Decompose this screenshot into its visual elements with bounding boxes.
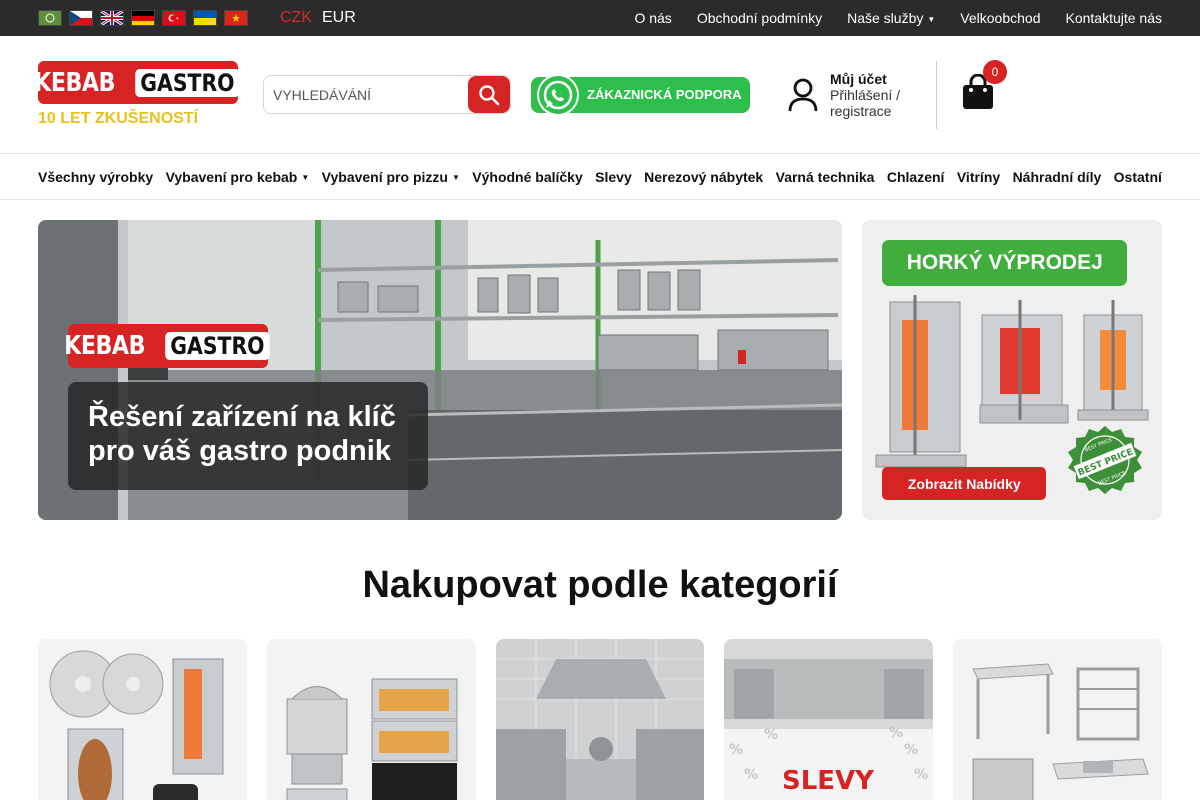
nav-discounts[interactable]: Slevy [595,169,632,185]
section-title: Nakupovat podle kategorií [362,564,838,606]
hero-line-2: pro váš gastro podnik [88,435,391,467]
caret-down-icon: ▼ [301,173,310,183]
nav-bundles[interactable]: Výhodné balíčky [472,169,582,185]
nav-cooling[interactable]: Chlazení [887,169,945,185]
search-button[interactable] [468,76,510,113]
nav-pizza-equipment[interactable]: Vybavení pro pizzu ▼ [322,169,460,185]
hero-banner[interactable]: KEBAB GASTRO Řešení zařízení na klíč pro… [38,220,843,520]
professional-kitchen-image [495,639,705,800]
hero-logo: KEBAB GASTRO [64,324,270,368]
svg-text:%: % [729,742,743,758]
caret-down-icon: ▼ [451,173,460,183]
flag-turkish-icon[interactable] [162,10,186,26]
svg-text:%: % [744,767,758,783]
hero-line-1: Řešení zařízení na klíč [88,401,396,433]
account-text: Můj účet Přihlášení / registrace [830,71,920,119]
nav-other[interactable]: Ostatní [1114,169,1162,185]
user-icon [788,78,818,111]
hot-sale-promo[interactable]: HORKÝ VÝPRODEJ BEST PRICE BEST PRICE BES… [862,220,1162,520]
svg-text:%: % [889,725,903,741]
currency-czk[interactable]: CZK [280,9,312,27]
flag-arabic-icon[interactable] [38,10,62,26]
caret-down-icon: ▼ [927,14,936,24]
category-grid: %%%%%% SLEVY [0,607,1200,800]
flag-czech-icon[interactable] [69,10,93,26]
search-input[interactable] [264,76,468,113]
pizza-equipment-image [266,639,476,800]
customer-support-button[interactable]: ZÁKAZNICKÁ PODPORA [531,73,750,116]
category-card-stainless[interactable] [953,639,1162,800]
flag-german-icon[interactable] [131,10,155,26]
discount-label: SLEVY [782,766,875,796]
flag-ukrainian-icon[interactable] [193,10,217,26]
cart-button[interactable]: 0 [961,60,1007,115]
svg-text:%: % [914,767,928,783]
category-card-kebab[interactable] [38,639,247,800]
top-nav: O nás Obchodní podmínky Naše služby ▼ Vel… [634,10,1162,26]
category-card-discounts[interactable]: %%%%%% SLEVY [724,639,934,800]
search-icon [479,84,500,105]
top-bar: CZK EUR O nás Obchodní podmínky Naše slu… [0,0,1200,36]
site-header: KEBAB GASTRO 10 LET ZKUŠENOSTÍ ZÁKAZNICK… [0,36,1200,154]
hero-logo-kebab-text: KEBAB [64,331,146,361]
top-link-about[interactable]: O nás [634,10,671,26]
logo-kebab-text: KEBAB [34,67,116,98]
header-divider [936,60,937,129]
logo-block[interactable]: KEBAB GASTRO 10 LET ZKUŠENOSTÍ [34,61,240,128]
hero-logo-gastro-text: GASTRO [165,332,270,360]
top-link-wholesale[interactable]: Velkoobchod [960,10,1040,26]
top-link-services[interactable]: Naše služby ▼ [847,10,935,26]
nav-kebab-label: Vybavení pro kebab [165,168,298,185]
hero-caption: Řešení zařízení na klíč pro váš gastro p… [68,382,428,490]
nav-stainless-furniture[interactable]: Nerezový nábytek [644,169,763,185]
account-login-register[interactable]: Přihlášení / registrace [830,87,920,119]
best-price-badge-icon: BEST PRICE BEST PRICE BEST PRICE [1068,426,1143,494]
svg-text:%: % [904,742,918,758]
nav-spare-parts[interactable]: Náhradní díly [1013,169,1102,185]
customer-support-label: ZÁKAZNICKÁ PODPORA [587,87,742,102]
main-nav: Všechny výrobky Vybavení pro kebab ▼ Vyba… [0,154,1200,200]
cart-count-badge: 0 [983,60,1007,84]
currency-switcher: CZK EUR [280,9,356,27]
logo-gastro-text: GASTRO [135,68,240,97]
account-link[interactable]: Můj účet Přihlášení / registrace [788,71,920,119]
whatsapp-icon [537,73,579,116]
top-link-contact[interactable]: Kontaktujte nás [1065,10,1162,26]
nav-pizza-label: Vybavení pro pizzu [321,168,448,185]
kebab-equipment-image [38,639,247,800]
currency-eur[interactable]: EUR [322,9,356,27]
tagline: 10 LET ZKUŠENOSTÍ [38,110,199,127]
category-card-pizza[interactable] [266,639,476,800]
nav-all-products[interactable]: Všechny výrobky [38,169,153,185]
show-offers-button[interactable]: Zobrazit Nabídky [882,467,1047,500]
account-title: Můj účet [830,70,887,87]
nav-kebab-equipment[interactable]: Vybavení pro kebab ▼ [166,169,310,185]
flag-vietnamese-icon[interactable] [224,10,248,26]
svg-text:%: % [764,727,778,743]
nav-showcases[interactable]: Vitríny [957,169,1000,185]
search-bar [263,75,511,114]
category-card-kitchen[interactable] [495,639,705,800]
top-link-terms[interactable]: Obchodní podmínky [697,10,822,26]
top-link-services-label: Naše služby [847,10,924,26]
stainless-furniture-image [953,639,1162,800]
nav-cooking[interactable]: Varná technika [776,169,875,185]
language-flags [38,10,248,26]
flag-english-icon[interactable] [100,10,124,26]
discount-sale-image: %%%%%% SLEVY [724,639,934,800]
logo[interactable]: KEBAB GASTRO [34,61,240,104]
hero-row: KEBAB GASTRO Řešení zařízení na klíč pro… [0,200,1200,520]
